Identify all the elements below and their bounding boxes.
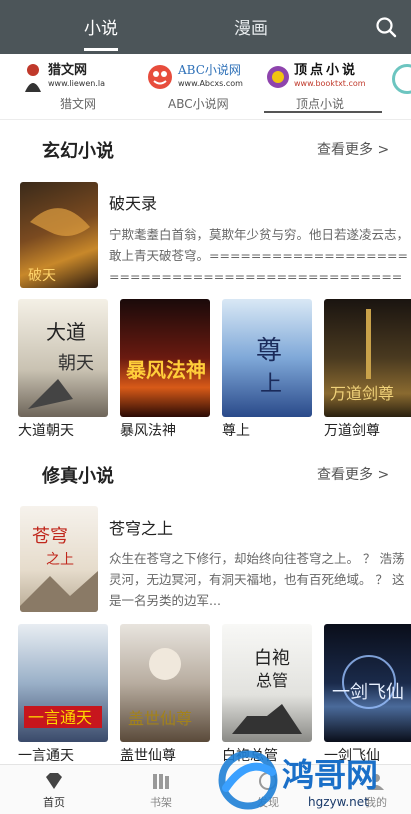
book-title[interactable]: 大道朝天: [18, 420, 74, 440]
svg-text:一言通天: 一言通天: [28, 708, 92, 727]
abc-logo: ABC小说网 www.Abcxs.com: [146, 60, 243, 94]
book-cover[interactable]: 破天: [20, 182, 98, 288]
svg-text:尊: 尊: [256, 336, 282, 366]
book-cover[interactable]: 盖世仙尊: [120, 624, 210, 742]
svg-text:暴风法神: 暴风法神: [126, 358, 206, 382]
svg-text:破天: 破天: [28, 268, 56, 284]
site-watermark: 鸿哥网 hgzyw.net: [212, 742, 411, 814]
svg-text:一剑飞仙: 一剑飞仙: [332, 682, 404, 703]
svg-text:总管: 总管: [256, 671, 288, 690]
svg-text:白袍: 白袍: [254, 648, 290, 669]
source-item-liewen[interactable]: 猎文网 www.liewen.la 猎文网: [18, 54, 128, 118]
book-cover[interactable]: 一剑飞仙: [324, 624, 411, 742]
liewen-logo: 猎文网 www.liewen.la: [22, 60, 105, 94]
svg-text:万道剑尊: 万道剑尊: [330, 384, 394, 403]
book-cover[interactable]: 白袍 总管: [222, 624, 312, 742]
book-title[interactable]: 盖世仙尊: [120, 745, 176, 765]
book-cover[interactable]: 一言通天: [18, 624, 108, 742]
nav-home[interactable]: 首页: [24, 765, 84, 814]
source-label: 顶点小说: [296, 97, 345, 111]
selected-source-indicator: [264, 111, 382, 113]
svg-text:朝天: 朝天: [58, 353, 94, 374]
book-cover[interactable]: 苍穹之上: [20, 506, 98, 612]
svg-text:苍穹: 苍穹: [32, 526, 68, 547]
source-item-abc[interactable]: ABC小说网 www.Abcxs.com ABC小说网: [146, 54, 264, 118]
nav-label: 书架: [150, 796, 172, 809]
view-more-link[interactable]: 查看更多 >: [317, 464, 389, 484]
source-label: ABC小说网: [168, 97, 229, 111]
svg-text:上: 上: [260, 372, 282, 397]
tab-novel[interactable]: 小说: [84, 14, 118, 39]
dingdian-logo: 顶点小说 www.booktxt.com: [266, 60, 366, 94]
featured-book-description: 众生在苍穹之下修行，却始终向往苍穹之上。 ？ 浩荡灵河，无边冥河，有洞天福地，也…: [109, 551, 405, 608]
next-source-logo[interactable]: [392, 64, 411, 94]
top-bar: 小说 漫画: [0, 0, 411, 54]
source-item-dingdian[interactable]: 顶点小说 www.booktxt.com 顶点小说: [266, 54, 382, 118]
home-icon: [46, 773, 62, 789]
tab-comic[interactable]: 漫画: [234, 14, 268, 39]
book-title[interactable]: 万道剑尊: [324, 420, 380, 440]
source-label: 猎文网: [60, 97, 97, 111]
featured-book-title[interactable]: 破天录: [109, 190, 157, 214]
nav-bookshelf[interactable]: 书架: [131, 765, 191, 814]
nav-label: 首页: [43, 796, 65, 809]
svg-text:大道: 大道: [46, 320, 86, 344]
section-title: 修真小说: [42, 466, 114, 487]
book-title[interactable]: 一言通天: [18, 745, 74, 765]
svg-text:鸿哥网: 鸿哥网: [282, 756, 378, 794]
book-title[interactable]: 尊上: [222, 420, 250, 440]
book-cover[interactable]: 万道剑尊: [324, 299, 411, 417]
book-title[interactable]: 暴风法神: [120, 420, 176, 440]
search-icon[interactable]: [375, 16, 397, 38]
book-cover[interactable]: 大道朝天: [18, 299, 108, 417]
featured-book-title[interactable]: 苍穹之上: [109, 515, 173, 539]
book-cover[interactable]: 尊上: [222, 299, 312, 417]
bookshelf-icon: [153, 774, 169, 789]
section-title: 玄幻小说: [42, 141, 114, 162]
svg-text:之上: 之上: [46, 552, 74, 568]
active-tab-indicator: [84, 48, 118, 51]
featured-book-description: 宁欺耄耋白首翁，莫欺年少贫与穷。他日若遂凌云志，敢上青天破苍穹。========…: [109, 227, 410, 284]
svg-text:盖世仙尊: 盖世仙尊: [128, 709, 192, 728]
view-more-link[interactable]: 查看更多 >: [317, 139, 389, 159]
svg-text:hgzyw.net: hgzyw.net: [308, 795, 369, 809]
book-cover[interactable]: 暴风法神: [120, 299, 210, 417]
